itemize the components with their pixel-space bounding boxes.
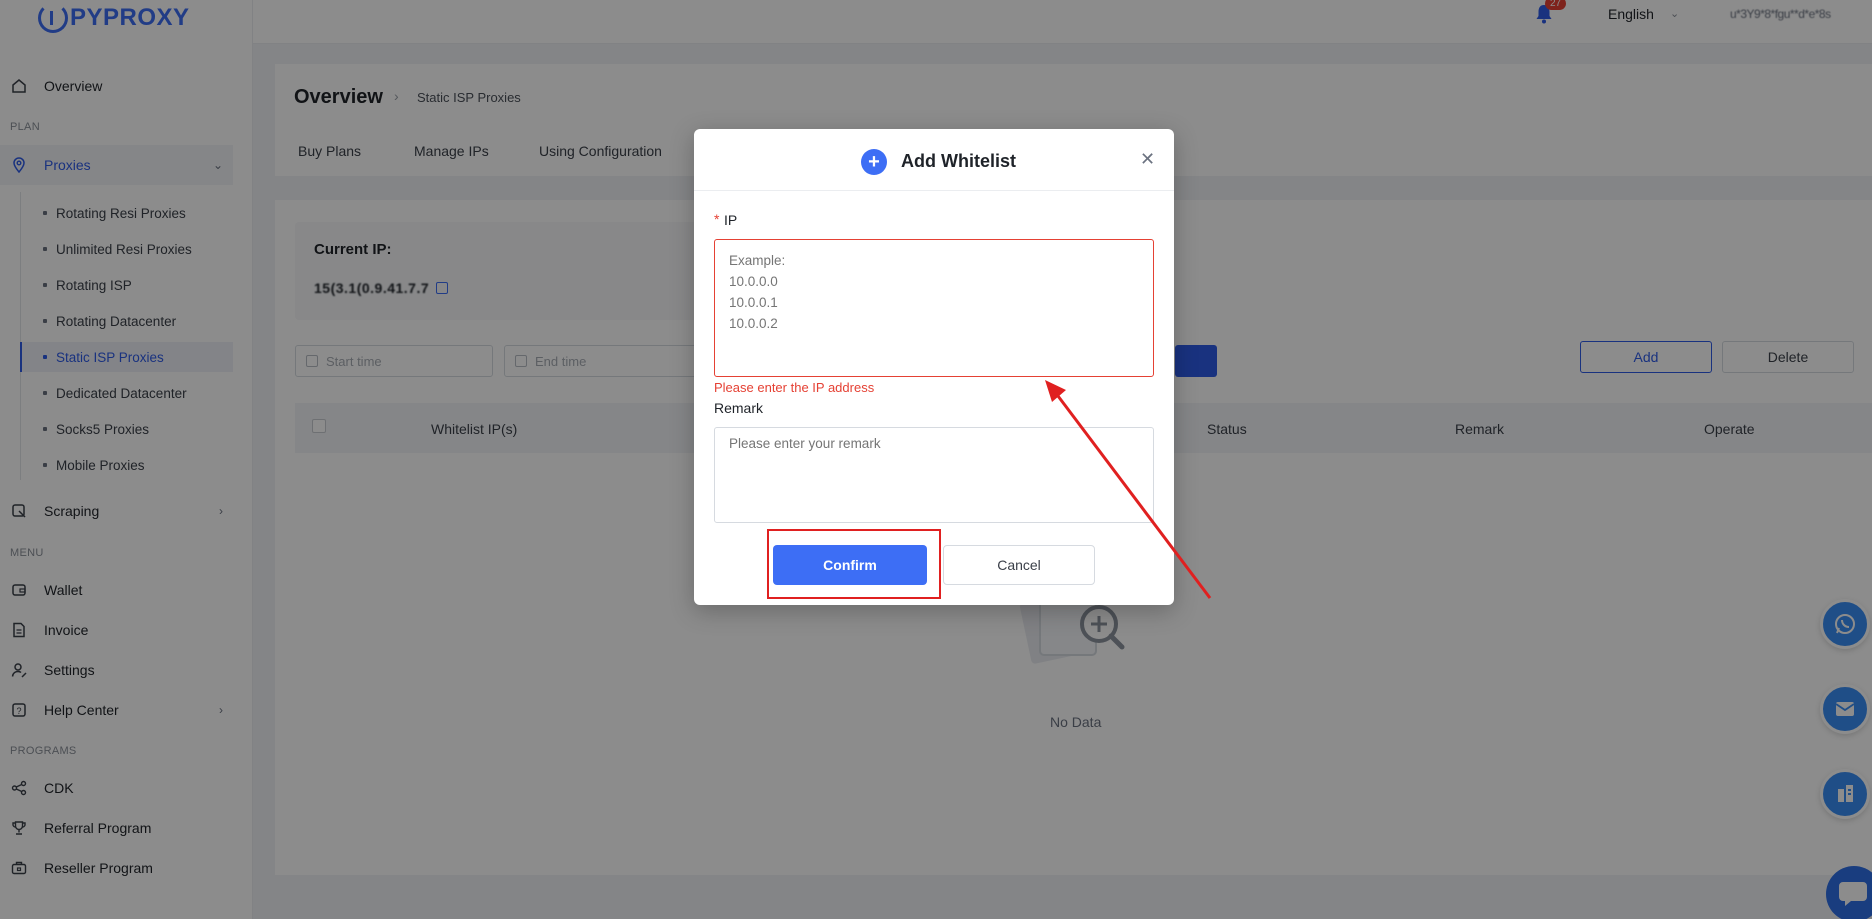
ip-error-message: Please enter the IP address (714, 380, 875, 395)
annotation-highlight-box (767, 529, 941, 599)
remark-label: Remark (714, 400, 764, 416)
dialog-title: Add Whitelist (901, 151, 1016, 171)
cancel-button[interactable]: Cancel (943, 545, 1095, 585)
remark-textarea[interactable] (714, 427, 1154, 523)
ip-textarea[interactable] (714, 239, 1154, 377)
required-indicator: * (714, 211, 720, 227)
dialog-header: + Add Whitelist ✕ (694, 129, 1174, 191)
ip-label: IP (724, 212, 738, 228)
close-icon[interactable]: ✕ (1140, 149, 1155, 170)
plus-icon: + (861, 149, 887, 175)
